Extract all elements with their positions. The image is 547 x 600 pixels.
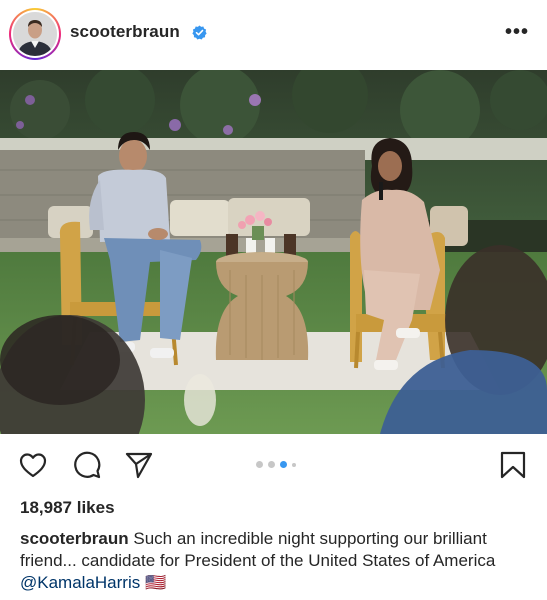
post-header: scooterbraun •••	[0, 0, 547, 70]
photo-illustration	[0, 70, 547, 434]
carousel-dot-active	[280, 461, 287, 468]
likes-count[interactable]: 18,987 likes	[20, 498, 115, 518]
verified-icon	[192, 25, 207, 40]
carousel-indicator	[256, 461, 296, 468]
carousel-dot	[268, 461, 275, 468]
caption-mention[interactable]: @KamalaHarris	[20, 573, 140, 592]
post-photo[interactable]	[0, 70, 547, 434]
action-bar	[0, 436, 547, 492]
share-icon[interactable]	[124, 450, 154, 480]
caption: scooterbraun Such an incredible night su…	[20, 528, 530, 594]
bookmark-icon[interactable]	[498, 450, 528, 480]
comment-icon[interactable]	[72, 450, 102, 480]
carousel-dot	[256, 461, 263, 468]
username[interactable]: scooterbraun	[70, 22, 180, 42]
carousel-dot	[292, 462, 296, 467]
more-options-button[interactable]: •••	[505, 22, 529, 42]
avatar[interactable]	[9, 8, 61, 60]
avatar-image	[13, 12, 57, 56]
heart-icon[interactable]	[18, 450, 48, 480]
caption-username[interactable]: scooterbraun	[20, 529, 129, 548]
flag-emoji: 🇺🇸	[144, 573, 167, 592]
